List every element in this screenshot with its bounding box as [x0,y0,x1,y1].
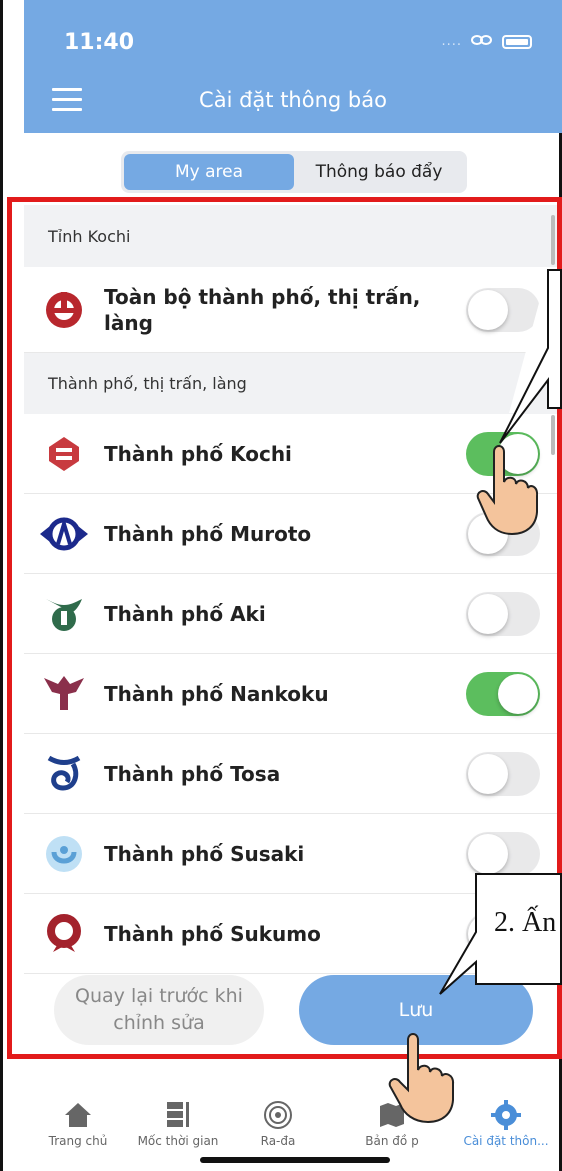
city-toggle[interactable] [466,671,540,716]
frame-left-border [0,0,3,1171]
sukumo-city-emblem-icon [24,913,104,954]
tab-home-label: Trang chủ [48,1134,108,1148]
tosa-city-emblem-icon [24,754,104,794]
city-toggle[interactable] [466,751,540,796]
tab-settings[interactable]: Cài đặt thôn... [456,1100,556,1148]
nankoku-city-emblem-icon [24,674,104,714]
muroto-city-emblem-icon [24,514,104,554]
whole-prefecture-toggle[interactable] [466,287,540,332]
susaki-city-emblem-icon [24,834,104,874]
app-header: 11:40 .... Cài đặt thông báo [24,0,562,133]
list-item-whole-prefecture[interactable]: Toàn bộ thành phố, thị trấn, làng [24,267,559,353]
list-item-city[interactable]: Thành phố Tosa [24,734,559,814]
list-item-city[interactable]: Thành phố Muroto [24,494,559,574]
settings-list[interactable]: Tỉnh Kochi Toàn bộ thành phố, thị trấn, … [24,205,559,1085]
scrollbar-top[interactable] [551,215,555,265]
status-time: 11:40 [64,30,135,55]
callout-text: 2. Ấn [494,907,557,938]
timeline-icon [128,1100,228,1130]
tab-map[interactable]: Bản đồ p [342,1100,442,1148]
settings-icon [456,1100,556,1130]
segmented-control: My area Thông báo đẩy [121,151,467,193]
list-item-city[interactable]: Thành phố Susaki [24,814,559,894]
aki-city-emblem-icon [24,595,104,633]
status-icons: .... [441,32,532,51]
list-item-city[interactable]: Thành phố Nankoku [24,654,559,734]
list-item-city[interactable]: Thành phố Kochi [24,414,559,494]
tab-home[interactable]: Trang chủ [28,1100,128,1148]
list-item-city[interactable]: Thành phố Sukumo [24,894,559,974]
home-indicator [200,1157,390,1163]
home-icon [28,1100,128,1130]
revert-button[interactable]: Quay lại trước khi chỉnh sửa [54,975,264,1045]
action-buttons: Quay lại trước khi chỉnh sửa Lưu [24,965,559,1085]
city-toggle[interactable] [466,431,540,476]
page-title: Cài đặt thông báo [199,88,387,112]
tab-timeline[interactable]: Mốc thời gian [128,1100,228,1148]
section-header-cities: Thành phố, thị trấn, làng [24,352,559,414]
tab-settings-label: Cài đặt thôn... [463,1134,549,1148]
kochi-prefecture-emblem-icon [24,290,104,330]
map-icon [342,1100,442,1130]
battery-icon [502,34,532,49]
revert-button-line2: chỉnh sửa [113,1012,205,1034]
scrollbar-mid[interactable] [551,415,555,455]
segment-push-notification[interactable]: Thông báo đẩy [294,154,464,190]
list-item-city[interactable]: Thành phố Aki [24,574,559,654]
tab-radar[interactable]: Ra-đa [228,1100,328,1148]
city-toggle[interactable] [466,591,540,636]
city-toggle[interactable] [466,831,540,876]
tab-radar-label: Ra-đa [260,1134,296,1148]
kochi-city-emblem-icon [24,435,104,473]
city-toggle[interactable] [466,511,540,556]
segment-my-area[interactable]: My area [124,154,294,190]
save-button[interactable]: Lưu [299,975,533,1045]
tab-map-label: Bản đồ p [365,1134,419,1148]
radar-icon [228,1100,328,1130]
revert-button-line1: Quay lại trước khi [75,985,243,1007]
signal-dots: .... [441,34,462,49]
link-icon [470,32,494,51]
section-header-prefecture: Tỉnh Kochi [24,205,559,267]
tab-timeline-label: Mốc thời gian [137,1134,219,1148]
